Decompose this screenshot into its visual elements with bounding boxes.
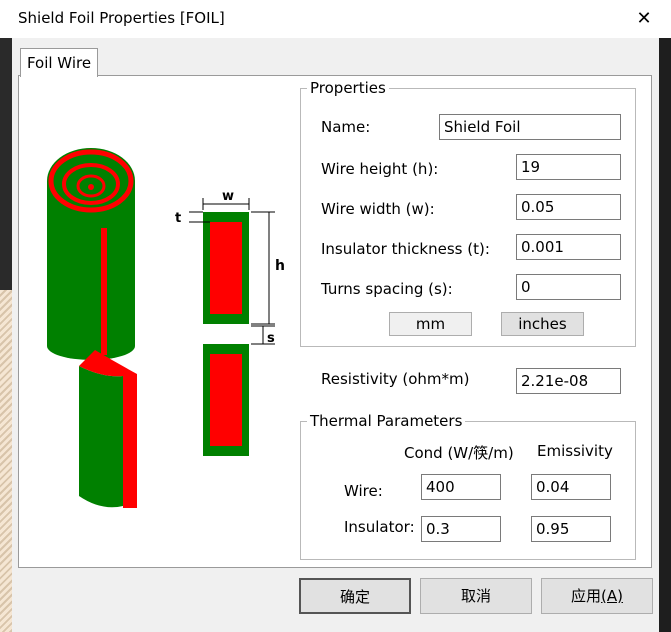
tab-foil-wire[interactable]: Foil Wire (20, 48, 98, 77)
cancel-button[interactable]: 取消 (420, 578, 532, 614)
name-label: Name: (321, 118, 371, 136)
wire-width-input[interactable] (516, 194, 621, 220)
thermal-parameters-legend: Thermal Parameters (307, 412, 466, 430)
properties-legend: Properties (307, 79, 389, 97)
unit-inches-label: inches (518, 315, 567, 333)
title-bar: Shield Foil Properties [FOIL] ✕ (0, 0, 671, 38)
cond-column-header: Cond (W/筷/m) (404, 444, 514, 462)
insulator-thickness-input[interactable] (516, 234, 621, 260)
dimension-label-w: w (222, 189, 234, 204)
dimension-label-h: h (275, 258, 285, 274)
insulator-thickness-label: Insulator thickness (t): (321, 240, 490, 258)
resistivity-input[interactable] (516, 368, 621, 394)
insulator-emissivity-input[interactable] (531, 516, 611, 542)
close-icon: ✕ (636, 8, 652, 29)
background-strip-bottom (0, 290, 12, 632)
window-title: Shield Foil Properties [FOIL] (18, 9, 225, 27)
unit-mm-label: mm (415, 315, 446, 333)
close-button[interactable]: ✕ (631, 6, 657, 32)
tab-foil-wire-label: Foil Wire (26, 54, 92, 72)
name-input[interactable] (439, 114, 621, 140)
tab-panel: w t h s Properties Name: Wire height (h)… (18, 75, 652, 568)
turns-spacing-label: Turns spacing (s): (321, 280, 453, 298)
thermal-wire-label: Wire: (344, 482, 383, 500)
wire-cond-input[interactable] (421, 474, 501, 500)
dimension-label-t: t (175, 211, 181, 226)
wire-emissivity-input[interactable] (531, 474, 611, 500)
wire-width-label: Wire width (w): (321, 200, 435, 218)
unit-inches-button[interactable]: inches (501, 312, 584, 336)
apply-button-label: 应用 (571, 587, 602, 605)
wire-height-label: Wire height (h): (321, 160, 439, 178)
foil-wire-diagram: w t h s (47, 148, 285, 508)
cross-section-top (203, 212, 249, 324)
ok-button-label: 确定 (339, 588, 370, 606)
thermal-insulator-label: Insulator: (344, 518, 415, 536)
foil-segment-illustration (79, 350, 137, 508)
background-strip-right (659, 0, 671, 632)
apply-button[interactable]: 应用(A) (541, 578, 653, 614)
foil-roll-illustration (47, 148, 135, 360)
resistivity-label: Resistivity (ohm*m) (321, 370, 470, 388)
turns-spacing-input[interactable] (516, 274, 621, 300)
emissivity-column-header: Emissivity (537, 442, 613, 460)
dimension-label-s: s (267, 331, 275, 346)
apply-button-accelerator: (A) (601, 587, 623, 605)
insulator-cond-input[interactable] (421, 516, 501, 542)
background-strip-top (0, 0, 12, 290)
cancel-button-label: 取消 (460, 587, 491, 605)
ok-button[interactable]: 确定 (299, 578, 411, 614)
wire-height-input[interactable] (516, 154, 621, 180)
cross-section-bottom (203, 344, 249, 456)
unit-mm-button[interactable]: mm (389, 312, 472, 336)
